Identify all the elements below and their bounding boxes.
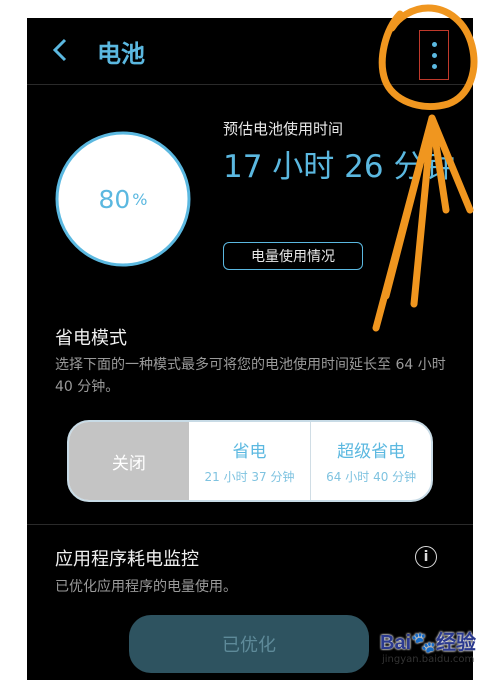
more-vertical-icon-dot (432, 64, 437, 69)
more-vertical-icon (432, 42, 437, 47)
power-mode-selector: 关闭 省电 21 小时 37 分钟 超级省电 64 小时 40 分钟 (67, 420, 433, 502)
info-icon[interactable]: i (415, 546, 437, 568)
page-title: 电池 (97, 40, 145, 68)
baidu-logo: Bai🐾经验 (380, 626, 476, 655)
power-saving-title: 省电模式 (55, 328, 127, 349)
battery-percent: 80% (52, 128, 194, 270)
header-divider (27, 84, 473, 85)
more-vertical-icon-dot (432, 53, 437, 58)
back-arrow-icon[interactable] (49, 36, 73, 64)
paw-icon: 🐾 (411, 632, 437, 654)
mode-name: 超级省电 (337, 442, 406, 462)
app-monitor-description: 已优化应用程序的电量使用。 (55, 579, 237, 595)
logo-suffix: 经验 (436, 632, 477, 654)
battery-usage-button[interactable]: 电量使用情况 (223, 242, 363, 270)
power-saving-description: 选择下面的一种模式最多可将您的电池使用时间延长至 64 小时 40 分钟。 (55, 357, 446, 395)
baidu-watermark: Bai🐾经验 jingyan.baidu.com (380, 624, 476, 680)
app-header: 电池 (27, 18, 473, 84)
more-options-button[interactable] (419, 30, 449, 80)
watermark-url: jingyan.baidu.com (382, 654, 475, 665)
logo-text: Bai (380, 632, 412, 654)
battery-percent-value: 80 (98, 184, 131, 214)
mode-duration: 21 小时 37 分钟 (204, 470, 295, 484)
optimized-button[interactable]: 已优化 (129, 615, 369, 673)
estimate-time: 17 小时 26 分钟 (223, 149, 456, 185)
mode-power-saving[interactable]: 省电 21 小时 37 分钟 (189, 422, 312, 500)
estimate-label: 预估电池使用时间 (223, 120, 344, 138)
phone-screen: 电池 80% 预估电池使用时间 17 小时 26 分钟 电量使用情况 省电模式 … (27, 18, 473, 680)
app-monitor-title: 应用程序耗电监控 (55, 549, 199, 570)
battery-percent-sign: % (132, 189, 148, 209)
mode-name: 关闭 (111, 453, 146, 474)
mode-off[interactable]: 关闭 (69, 422, 189, 500)
section-divider (27, 524, 473, 525)
mode-name: 省电 (232, 442, 267, 462)
mode-duration: 64 小时 40 分钟 (326, 470, 417, 484)
mode-ultra-power-saving[interactable]: 超级省电 64 小时 40 分钟 (311, 422, 431, 500)
